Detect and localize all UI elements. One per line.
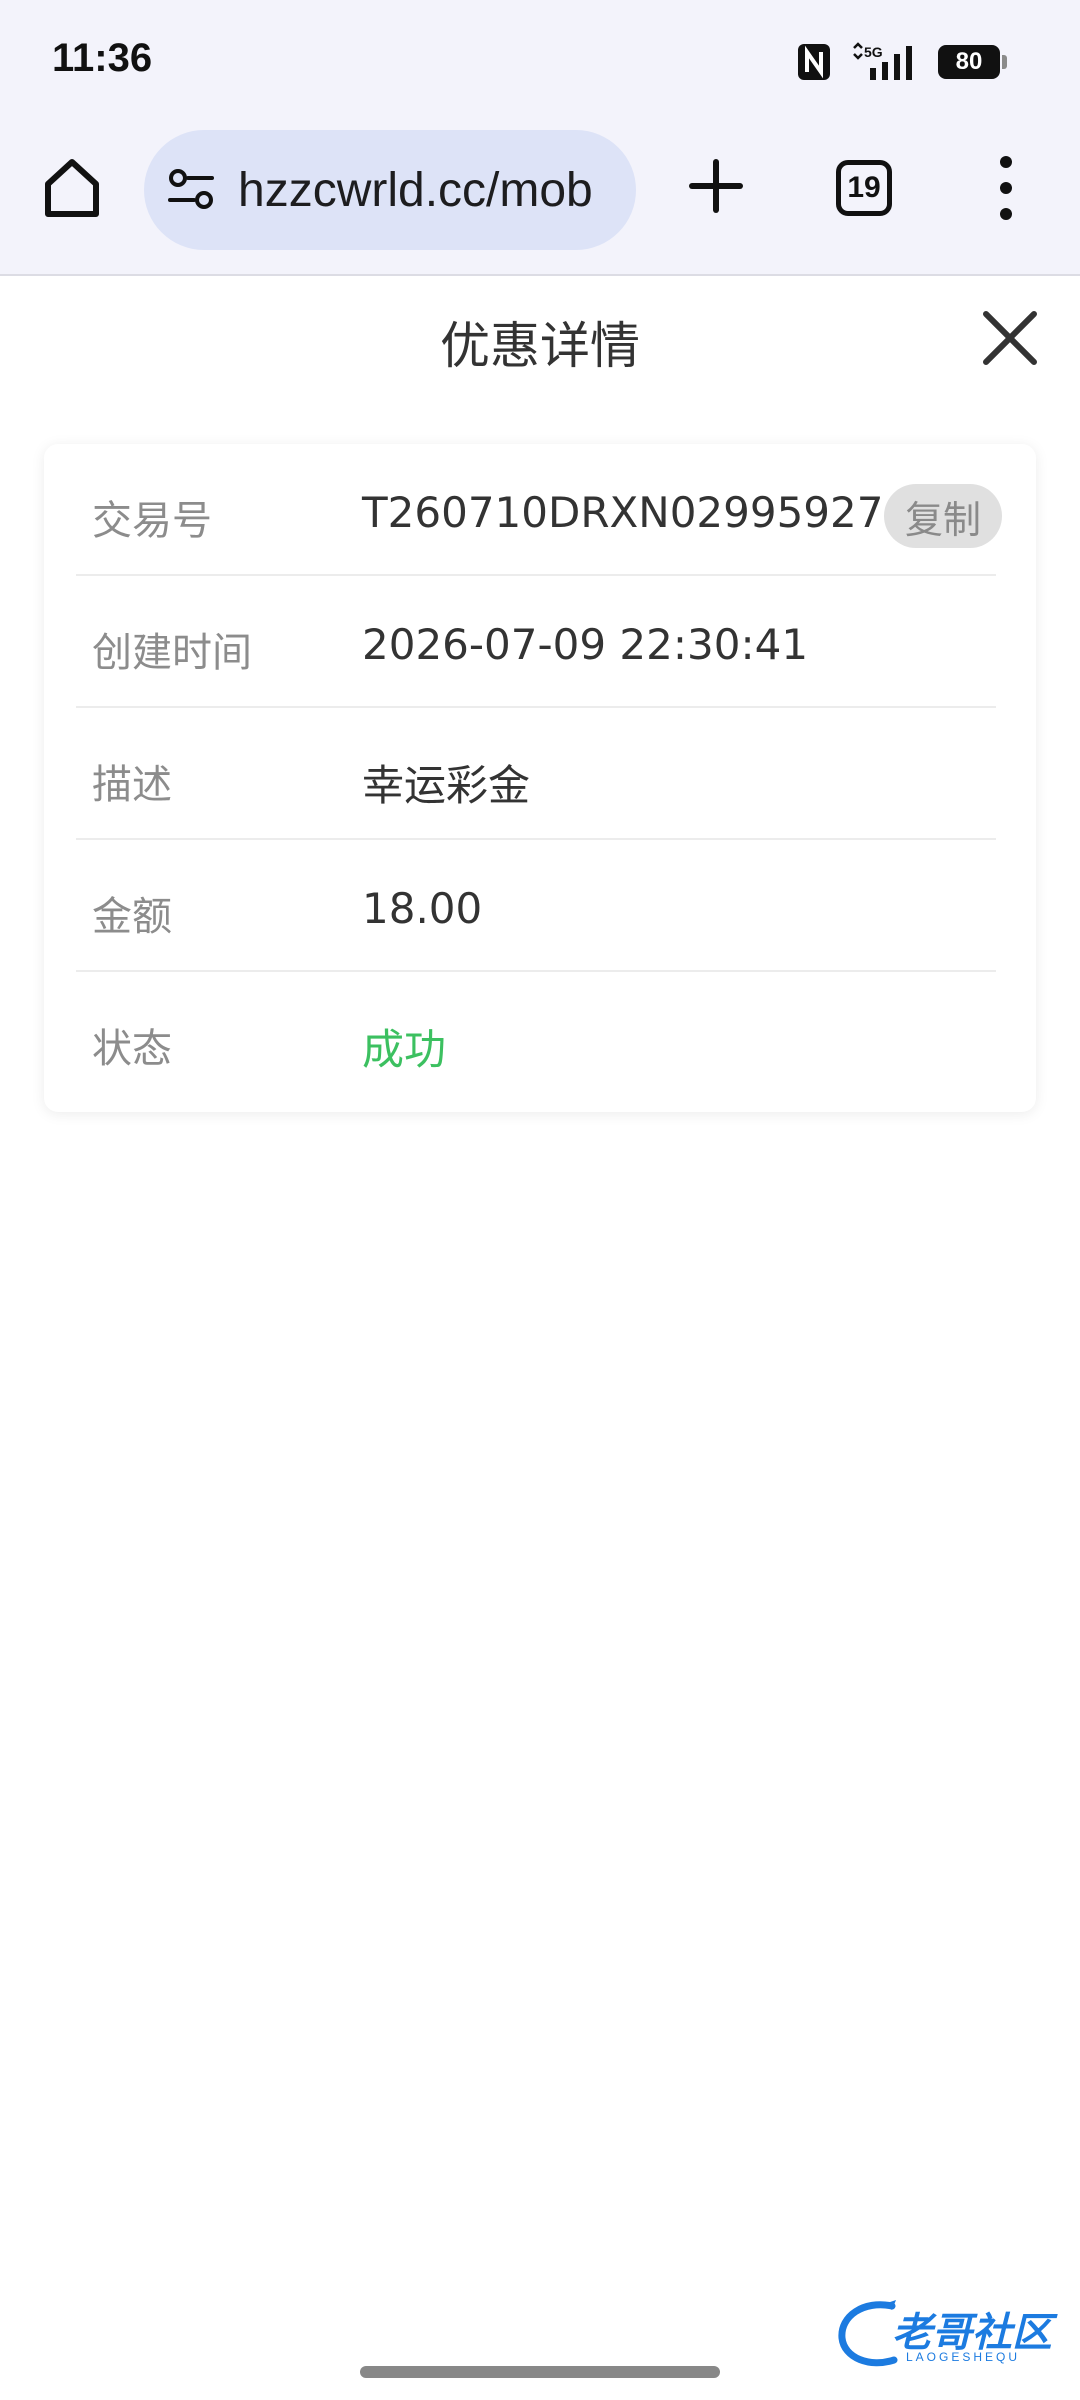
amount-label: 金额 bbox=[92, 894, 172, 940]
detail-card: 交易号 T260710DRXN029959274 复制 创建时间 2026-07… bbox=[44, 444, 1036, 1112]
gesture-bar[interactable] bbox=[360, 2366, 720, 2378]
address-bar[interactable]: hzzcwrld.cc/mob bbox=[144, 130, 636, 250]
row-transaction-no: 交易号 T260710DRXN029959274 复制 bbox=[76, 444, 1002, 576]
browser-toolbar: hzzcwrld.cc/mob 19 bbox=[0, 120, 1080, 276]
signal-5g-icon: 5G bbox=[853, 42, 912, 80]
status-time: 11:36 bbox=[52, 36, 153, 80]
status-label: 状态 bbox=[92, 1026, 172, 1072]
amount-value: 18.00 bbox=[362, 884, 483, 933]
transaction-no-label: 交易号 bbox=[92, 498, 212, 544]
status-icons: 5G 80 bbox=[796, 38, 1007, 86]
transaction-no-value: T260710DRXN029959274 bbox=[362, 488, 911, 537]
url-text: hzzcwrld.cc/mob bbox=[238, 163, 593, 217]
created-time-value: 2026-07-09 22:30:41 bbox=[362, 620, 809, 669]
row-created-time: 创建时间 2026-07-09 22:30:41 bbox=[76, 576, 996, 708]
copy-button[interactable]: 复制 bbox=[884, 484, 1002, 548]
battery-icon: 80 bbox=[938, 45, 1007, 79]
description-value: 幸运彩金 bbox=[362, 761, 531, 810]
new-tab-icon[interactable] bbox=[680, 150, 752, 222]
site-settings-icon[interactable] bbox=[164, 162, 220, 218]
status-bar: 11:36 5G 80 bbox=[0, 0, 1080, 120]
page-header: 优惠详情 bbox=[0, 278, 1080, 398]
svg-text:5G: 5G bbox=[864, 44, 883, 60]
page-title: 优惠详情 bbox=[440, 317, 640, 375]
more-menu-icon[interactable] bbox=[986, 150, 1026, 226]
watermark-subtext: LAOGESHEQU bbox=[906, 2350, 1021, 2364]
row-status: 状态 成功 bbox=[76, 972, 996, 1104]
created-time-label: 创建时间 bbox=[92, 630, 252, 676]
description-label: 描述 bbox=[92, 762, 172, 808]
watermark-logo: 老哥社区 LAOGESHEQU bbox=[834, 2296, 1060, 2372]
row-amount: 金额 18.00 bbox=[76, 840, 996, 972]
tabs-icon[interactable]: 19 bbox=[836, 160, 892, 216]
close-icon[interactable] bbox=[978, 306, 1042, 370]
home-icon[interactable] bbox=[38, 154, 106, 222]
row-description: 描述 幸运彩金 bbox=[76, 708, 996, 840]
status-value: 成功 bbox=[362, 1025, 447, 1074]
nfc-icon bbox=[798, 44, 830, 80]
